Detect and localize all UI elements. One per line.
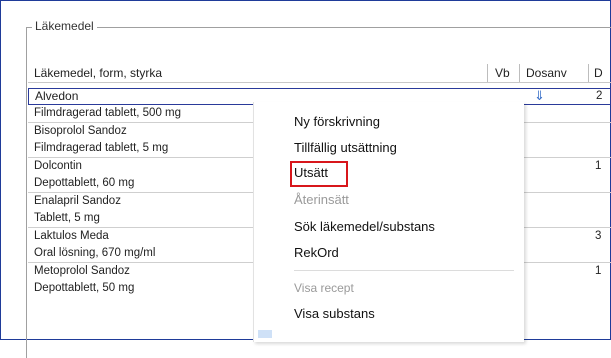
menu-hover-indicator	[258, 330, 272, 338]
row-name: Filmdragerad tablett, 500 mg	[34, 107, 182, 119]
column-divider[interactable]	[487, 64, 488, 82]
menu-item-visa-substans[interactable]: Visa substans	[294, 306, 375, 321]
utsatt-highlight-box	[290, 161, 348, 187]
menu-item-tillfallig-utsattning[interactable]: Tillfällig utsättning	[294, 140, 397, 155]
menu-item-sok-lakemedel[interactable]: Sök läkemedel/substans	[294, 219, 435, 234]
context-menu: Ny förskrivning Tillfällig utsättning Ut…	[253, 102, 524, 342]
menu-separator	[294, 270, 514, 271]
row-name: Dolcontin	[34, 160, 82, 172]
row-name: Enalapril Sandoz	[34, 195, 121, 207]
menu-item-rekord[interactable]: RekOrd	[294, 245, 339, 260]
row-name: Tablett, 5 mg	[34, 212, 100, 224]
column-header-vb[interactable]: Vb	[495, 65, 510, 82]
row-name: Metoprolol Sandoz	[34, 265, 130, 277]
column-divider[interactable]	[588, 64, 589, 82]
group-title: Läkemedel	[32, 19, 97, 33]
column-header-dosanv[interactable]: Dosanv	[526, 65, 567, 82]
column-header-lakemedel[interactable]: Läkemedel, form, styrka	[34, 65, 162, 82]
row-name: Depottablett, 60 mg	[34, 177, 135, 189]
row-name: Filmdragerad tablett, 5 mg	[34, 142, 169, 154]
row-d-value: 1	[595, 160, 602, 172]
menu-item-visa-recept: Visa recept	[294, 281, 354, 295]
row-name: Oral lösning, 670 mg/ml	[34, 247, 156, 259]
row-name: Bisoprolol Sandoz	[34, 125, 127, 137]
row-name: Laktulos Meda	[34, 230, 109, 242]
column-divider[interactable]	[519, 64, 520, 82]
dosanv-arrow-icon: ⇓	[534, 88, 545, 103]
row-d-value: 2	[596, 90, 603, 102]
menu-item-aterinsatt: Återinsätt	[294, 192, 349, 207]
row-name: Alvedon	[35, 89, 79, 103]
row-name: Depottablett, 50 mg	[34, 282, 135, 294]
row-d-value: 3	[595, 230, 602, 242]
table-header: Läkemedel, form, styrka Vb Dosanv D	[28, 64, 611, 83]
column-header-d[interactable]: D	[594, 65, 603, 82]
menu-item-ny-forskrivning[interactable]: Ny förskrivning	[294, 114, 380, 129]
row-d-value: 1	[595, 265, 602, 277]
